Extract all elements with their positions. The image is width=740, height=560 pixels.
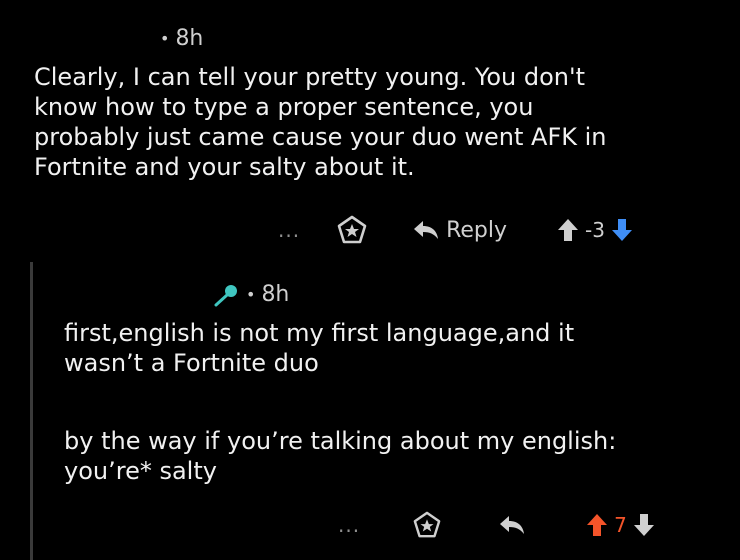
downvote-arrow-icon [633, 514, 654, 536]
separator-dot: • [246, 285, 256, 304]
upvote-button[interactable] [586, 513, 608, 537]
comment-2-paragraph-1: first,english is not my first language,a… [64, 319, 575, 377]
downvote-arrow-icon [611, 219, 632, 241]
thread-collapse-line[interactable] [30, 262, 33, 560]
award-icon[interactable] [412, 511, 442, 539]
reply-label: Reply [446, 217, 508, 243]
comment-1-meta: • 8h [160, 26, 203, 51]
comment-1-actions: ... Reply -3 [278, 210, 633, 250]
comment-1-body: Clearly, I can tell your pretty young. Y… [34, 63, 607, 181]
score-count: 7 [614, 513, 627, 537]
comment-2-meta: • 8h [212, 282, 289, 307]
comment-2-time: 8h [261, 282, 290, 307]
upvote-button[interactable] [557, 218, 579, 242]
comment-2-actions: ... 7 [338, 505, 655, 545]
reply-icon [414, 221, 439, 239]
reply-button[interactable]: Reply [412, 218, 507, 243]
more-options-button[interactable]: ... [278, 218, 300, 242]
separator-dot: • [160, 29, 170, 48]
comment-2-paragraph-2: by the way if you’re talking about my en… [64, 427, 617, 485]
comment-1-time: 8h [175, 26, 204, 51]
downvote-button[interactable] [633, 513, 655, 537]
more-options-button[interactable]: ... [338, 513, 360, 537]
reply-icon [500, 516, 525, 534]
downvote-button[interactable] [611, 218, 633, 242]
score-count: -3 [585, 218, 605, 242]
award-icon[interactable] [336, 215, 368, 245]
upvote-arrow-icon [558, 219, 579, 241]
upvote-arrow-icon [587, 514, 608, 536]
reply-button[interactable] [498, 514, 526, 536]
microphone-badge-icon [212, 283, 240, 307]
